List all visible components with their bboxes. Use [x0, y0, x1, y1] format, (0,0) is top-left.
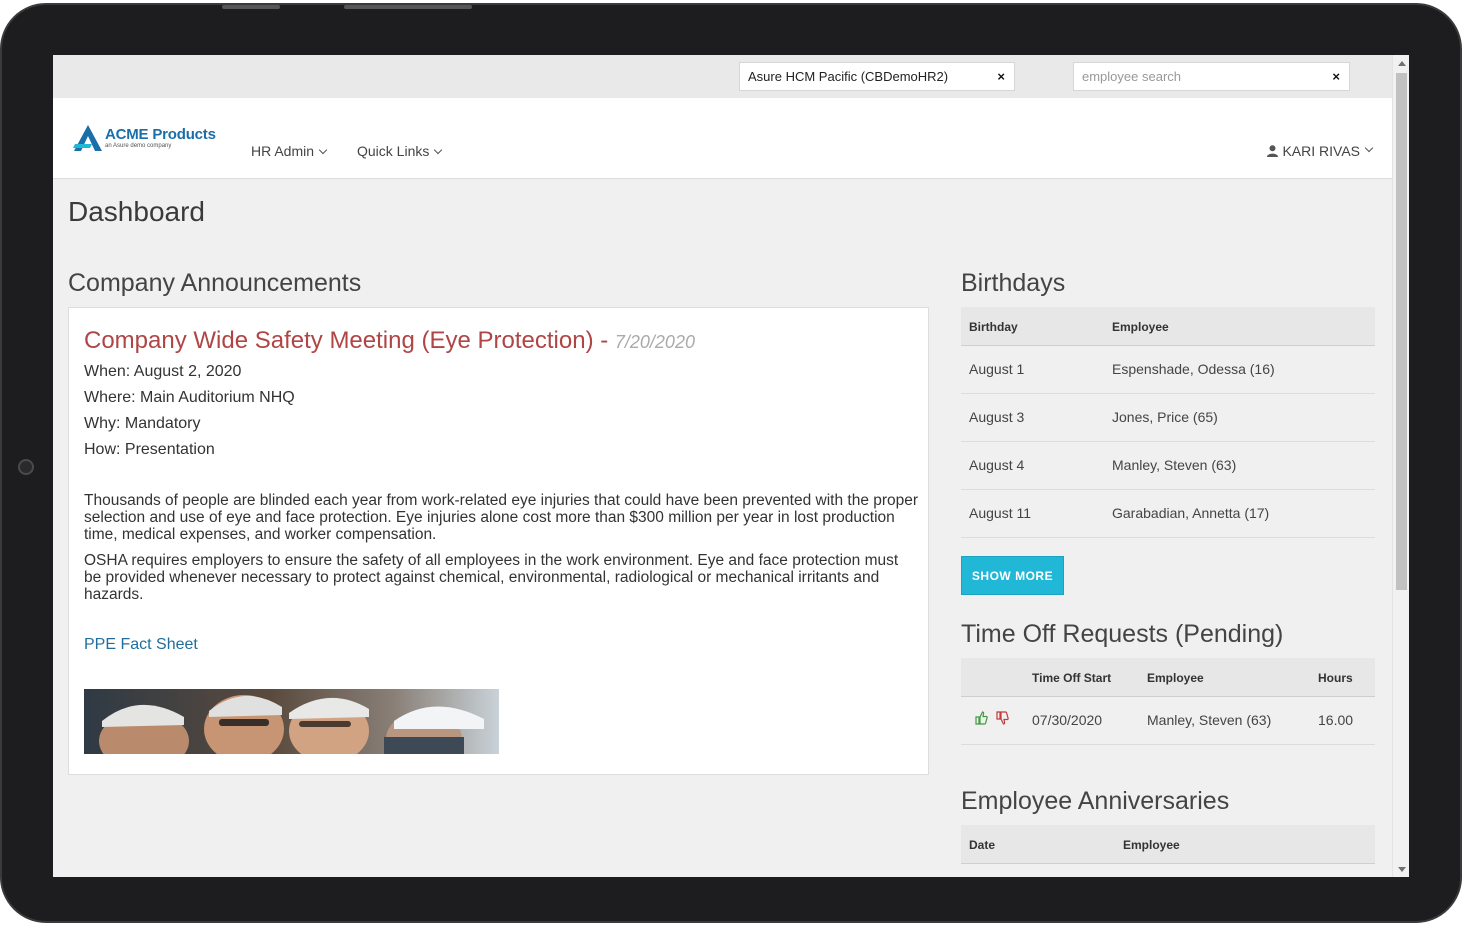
screen: Asure HCM Pacific (CBDemoHR2) × × ACME P… [53, 55, 1409, 877]
time-off-start: 07/30/2020 [1032, 712, 1103, 728]
employee-search-input[interactable] [1082, 69, 1312, 84]
announcement-paragraph: Thousands of people are blinded each yea… [84, 492, 919, 543]
birthdays-table: Birthday Employee August 1 Espenshade, O… [961, 307, 1375, 538]
logo-name: ACME Products [105, 126, 216, 143]
user-menu[interactable]: KARI RIVAS [1267, 143, 1374, 159]
column-header: Birthday [969, 320, 1018, 334]
time-off-table: Time Off Start Employee Hours 07/30/2020… [961, 658, 1375, 745]
scroll-down-icon[interactable] [1398, 867, 1406, 872]
column-header: Date [969, 838, 996, 852]
thumbs-down-icon[interactable] [996, 711, 1009, 725]
nav-quick-links[interactable]: Quick Links [357, 143, 443, 159]
announcement-date: 7/20/2020 [614, 332, 695, 352]
birthday-date: August 11 [969, 505, 1032, 521]
birthdays-heading: Birthdays [961, 269, 1066, 297]
show-more-button[interactable]: SHOW MORE [961, 556, 1064, 595]
announcement-title: Company Wide Safety Meeting (Eye Protect… [84, 327, 594, 354]
announcement-title-row: Company Wide Safety Meeting (Eye Protect… [84, 327, 695, 355]
birthday-employee: Garabadian, Annetta (17) [1112, 505, 1270, 521]
announcement-paragraph: OSHA requires employers to ensure the sa… [84, 552, 899, 603]
column-header: Employee [1147, 671, 1204, 685]
table-row: 07/30/2020 Manley, Steven (63) 16.00 [961, 697, 1375, 745]
birthday-employee: Manley, Steven (63) [1112, 457, 1237, 473]
time-off-heading: Time Off Requests (Pending) [961, 620, 1284, 648]
announcement-how: How: Presentation [84, 441, 215, 458]
camera-icon [18, 459, 34, 475]
time-off-employee: Manley, Steven (63) [1147, 712, 1272, 728]
logo-subtitle: an Asure demo company [105, 143, 172, 149]
table-row: August 3 Jones, Price (65) [961, 394, 1375, 442]
birthday-date: August 3 [969, 409, 1025, 425]
announcement-why: Why: Mandatory [84, 415, 201, 432]
tablet-button [222, 5, 280, 9]
company-selector[interactable]: Asure HCM Pacific (CBDemoHR2) × [739, 62, 1015, 91]
page-title: Dashboard [68, 196, 205, 227]
announcement-when: When: August 2, 2020 [84, 363, 242, 380]
thumbs-up-icon[interactable] [975, 711, 988, 725]
top-utility-bar: Asure HCM Pacific (CBDemoHR2) × × [53, 55, 1392, 98]
company-selector-value: Asure HCM Pacific (CBDemoHR2) [748, 69, 949, 84]
column-header: Employee [1123, 838, 1180, 852]
table-row: August 1 Espenshade, Odessa (16) [961, 346, 1375, 394]
table-header: Time Off Start Employee Hours [961, 658, 1375, 697]
birthday-employee: Jones, Price (65) [1112, 409, 1218, 425]
column-header: Hours [1318, 671, 1353, 685]
table-header: Date Employee [961, 825, 1375, 864]
tablet-button [344, 5, 472, 9]
user-icon [1267, 145, 1279, 157]
birthday-date: August 1 [969, 361, 1025, 377]
birthday-date: August 4 [969, 457, 1025, 473]
announcement-where: Where: Main Auditorium NHQ [84, 389, 295, 406]
time-off-hours: 16.00 [1318, 712, 1354, 728]
scroll-up-icon[interactable] [1398, 61, 1406, 66]
anniversaries-table: Date Employee [961, 825, 1375, 864]
chevron-down-icon [318, 145, 328, 155]
anniversaries-heading: Employee Anniversaries [961, 787, 1230, 815]
announcement-card: Company Wide Safety Meeting (Eye Protect… [68, 307, 929, 775]
main-navbar: ACME Products an Asure demo company HR A… [53, 98, 1392, 179]
chevron-down-icon [1364, 143, 1374, 153]
clear-company-icon[interactable]: × [997, 69, 1005, 84]
ppe-fact-sheet-link[interactable]: PPE Fact Sheet [84, 636, 198, 654]
safety-workers-photo [84, 689, 499, 754]
chevron-down-icon [434, 145, 443, 155]
logo-mark-icon [73, 125, 102, 151]
vertical-scrollbar[interactable] [1392, 55, 1409, 877]
employee-search-field[interactable]: × [1073, 62, 1350, 91]
birthday-employee: Espenshade, Odessa (16) [1112, 361, 1275, 377]
nav-hr-admin[interactable]: HR Admin [251, 143, 328, 159]
clear-search-icon[interactable]: × [1332, 69, 1340, 84]
announcement-title-separator: - [593, 327, 615, 354]
company-logo[interactable]: ACME Products an Asure demo company [73, 124, 233, 156]
table-row: August 4 Manley, Steven (63) [961, 442, 1375, 490]
announcements-heading: Company Announcements [68, 269, 362, 297]
column-header: Time Off Start [1032, 671, 1112, 685]
user-name: KARI RIVAS [1282, 143, 1360, 159]
nav-hr-admin-label: HR Admin [251, 143, 315, 159]
table-header: Birthday Employee [961, 307, 1375, 346]
nav-quick-links-label: Quick Links [357, 143, 430, 159]
column-header: Employee [1112, 320, 1169, 334]
scrollbar-thumb[interactable] [1396, 73, 1407, 590]
table-row: August 11 Garabadian, Annetta (17) [961, 490, 1375, 538]
